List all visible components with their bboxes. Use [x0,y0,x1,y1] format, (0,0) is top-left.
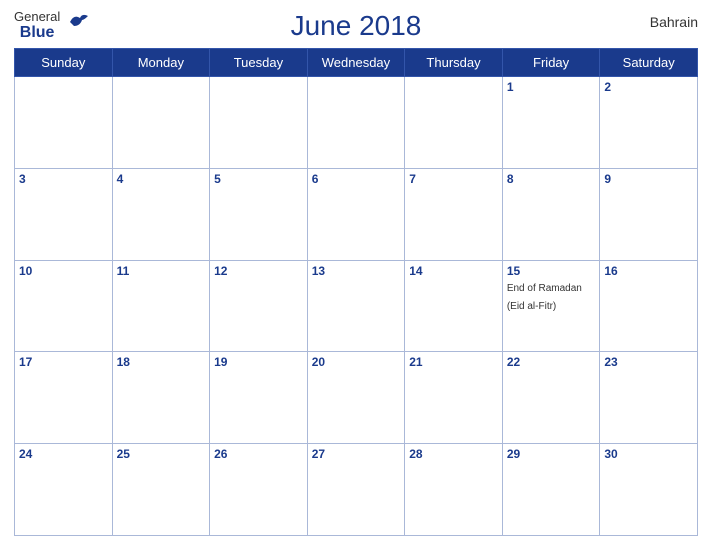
day-number: 6 [312,172,401,186]
calendar-cell: 27 [307,444,405,536]
day-number: 25 [117,447,206,461]
calendar-cell: 19 [210,352,308,444]
day-number: 23 [604,355,693,369]
header-wednesday: Wednesday [307,49,405,77]
logo-blue-text: Blue [20,24,55,42]
day-number: 5 [214,172,303,186]
day-number: 7 [409,172,498,186]
calendar-title: June 2018 [291,10,422,42]
header-saturday: Saturday [600,49,698,77]
header-monday: Monday [112,49,210,77]
calendar-cell: 9 [600,168,698,260]
calendar-cell: 18 [112,352,210,444]
logo-general-text: General [14,10,60,24]
calendar-cell: 7 [405,168,503,260]
day-number: 12 [214,264,303,278]
day-number: 21 [409,355,498,369]
day-number: 27 [312,447,401,461]
day-number: 1 [507,80,596,94]
day-number: 20 [312,355,401,369]
day-number: 8 [507,172,596,186]
event-label: End of Ramadan (Eid al-Fitr) [507,283,582,312]
calendar-cell: 17 [15,352,113,444]
day-number: 16 [604,264,693,278]
day-number: 28 [409,447,498,461]
day-number: 24 [19,447,108,461]
logo-bird-icon [68,12,90,34]
day-number: 2 [604,80,693,94]
calendar-cell [405,77,503,169]
calendar-cell: 24 [15,444,113,536]
header-tuesday: Tuesday [210,49,308,77]
calendar-cell: 23 [600,352,698,444]
calendar-cell: 20 [307,352,405,444]
day-number: 19 [214,355,303,369]
calendar-cell: 29 [502,444,600,536]
calendar-cell: 8 [502,168,600,260]
calendar-cell: 2 [600,77,698,169]
calendar-cell [210,77,308,169]
calendar-cell: 3 [15,168,113,260]
day-number: 29 [507,447,596,461]
calendar-table: Sunday Monday Tuesday Wednesday Thursday… [14,48,698,536]
day-number: 4 [117,172,206,186]
day-number: 30 [604,447,693,461]
weekday-header-row: Sunday Monday Tuesday Wednesday Thursday… [15,49,698,77]
day-number: 15 [507,264,596,278]
calendar-cell [15,77,113,169]
calendar-cell: 5 [210,168,308,260]
day-number: 10 [19,264,108,278]
calendar-cell: 1 [502,77,600,169]
calendar-cell: 30 [600,444,698,536]
week-row-3: 10 11 12 13 14 15 End of Ramadan (Eid al-Fitr)… [15,260,698,352]
week-row-5: 24 25 26 27 28 29 30 [15,444,698,536]
calendar-cell: 21 [405,352,503,444]
calendar-cell [307,77,405,169]
day-number: 14 [409,264,498,278]
logo: General Blue [14,10,60,42]
day-number: 9 [604,172,693,186]
day-number: 17 [19,355,108,369]
day-number: 18 [117,355,206,369]
day-number: 26 [214,447,303,461]
calendar-cell: 16 [600,260,698,352]
calendar-cell: 10 [15,260,113,352]
header-sunday: Sunday [15,49,113,77]
calendar-cell: 13 [307,260,405,352]
day-number: 13 [312,264,401,278]
calendar-cell: 15 End of Ramadan (Eid al-Fitr) [502,260,600,352]
day-number: 3 [19,172,108,186]
calendar-cell: 11 [112,260,210,352]
day-number: 22 [507,355,596,369]
calendar-country: Bahrain [650,14,698,30]
calendar-cell: 6 [307,168,405,260]
week-row-2: 3456789 [15,168,698,260]
calendar-cell: 14 [405,260,503,352]
week-row-1: 12 [15,77,698,169]
calendar-cell: 22 [502,352,600,444]
calendar-cell: 4 [112,168,210,260]
calendar-header: General Blue June 2018 Bahrain [14,10,698,42]
header-thursday: Thursday [405,49,503,77]
calendar-cell: 25 [112,444,210,536]
calendar-cell: 12 [210,260,308,352]
calendar-cell [112,77,210,169]
header-friday: Friday [502,49,600,77]
week-row-4: 17 18 19 20 21 22 23 [15,352,698,444]
calendar-cell: 26 [210,444,308,536]
calendar-wrapper: General Blue June 2018 Bahrain Sunday Mo… [0,0,712,550]
calendar-cell: 28 [405,444,503,536]
day-number: 11 [117,264,206,278]
